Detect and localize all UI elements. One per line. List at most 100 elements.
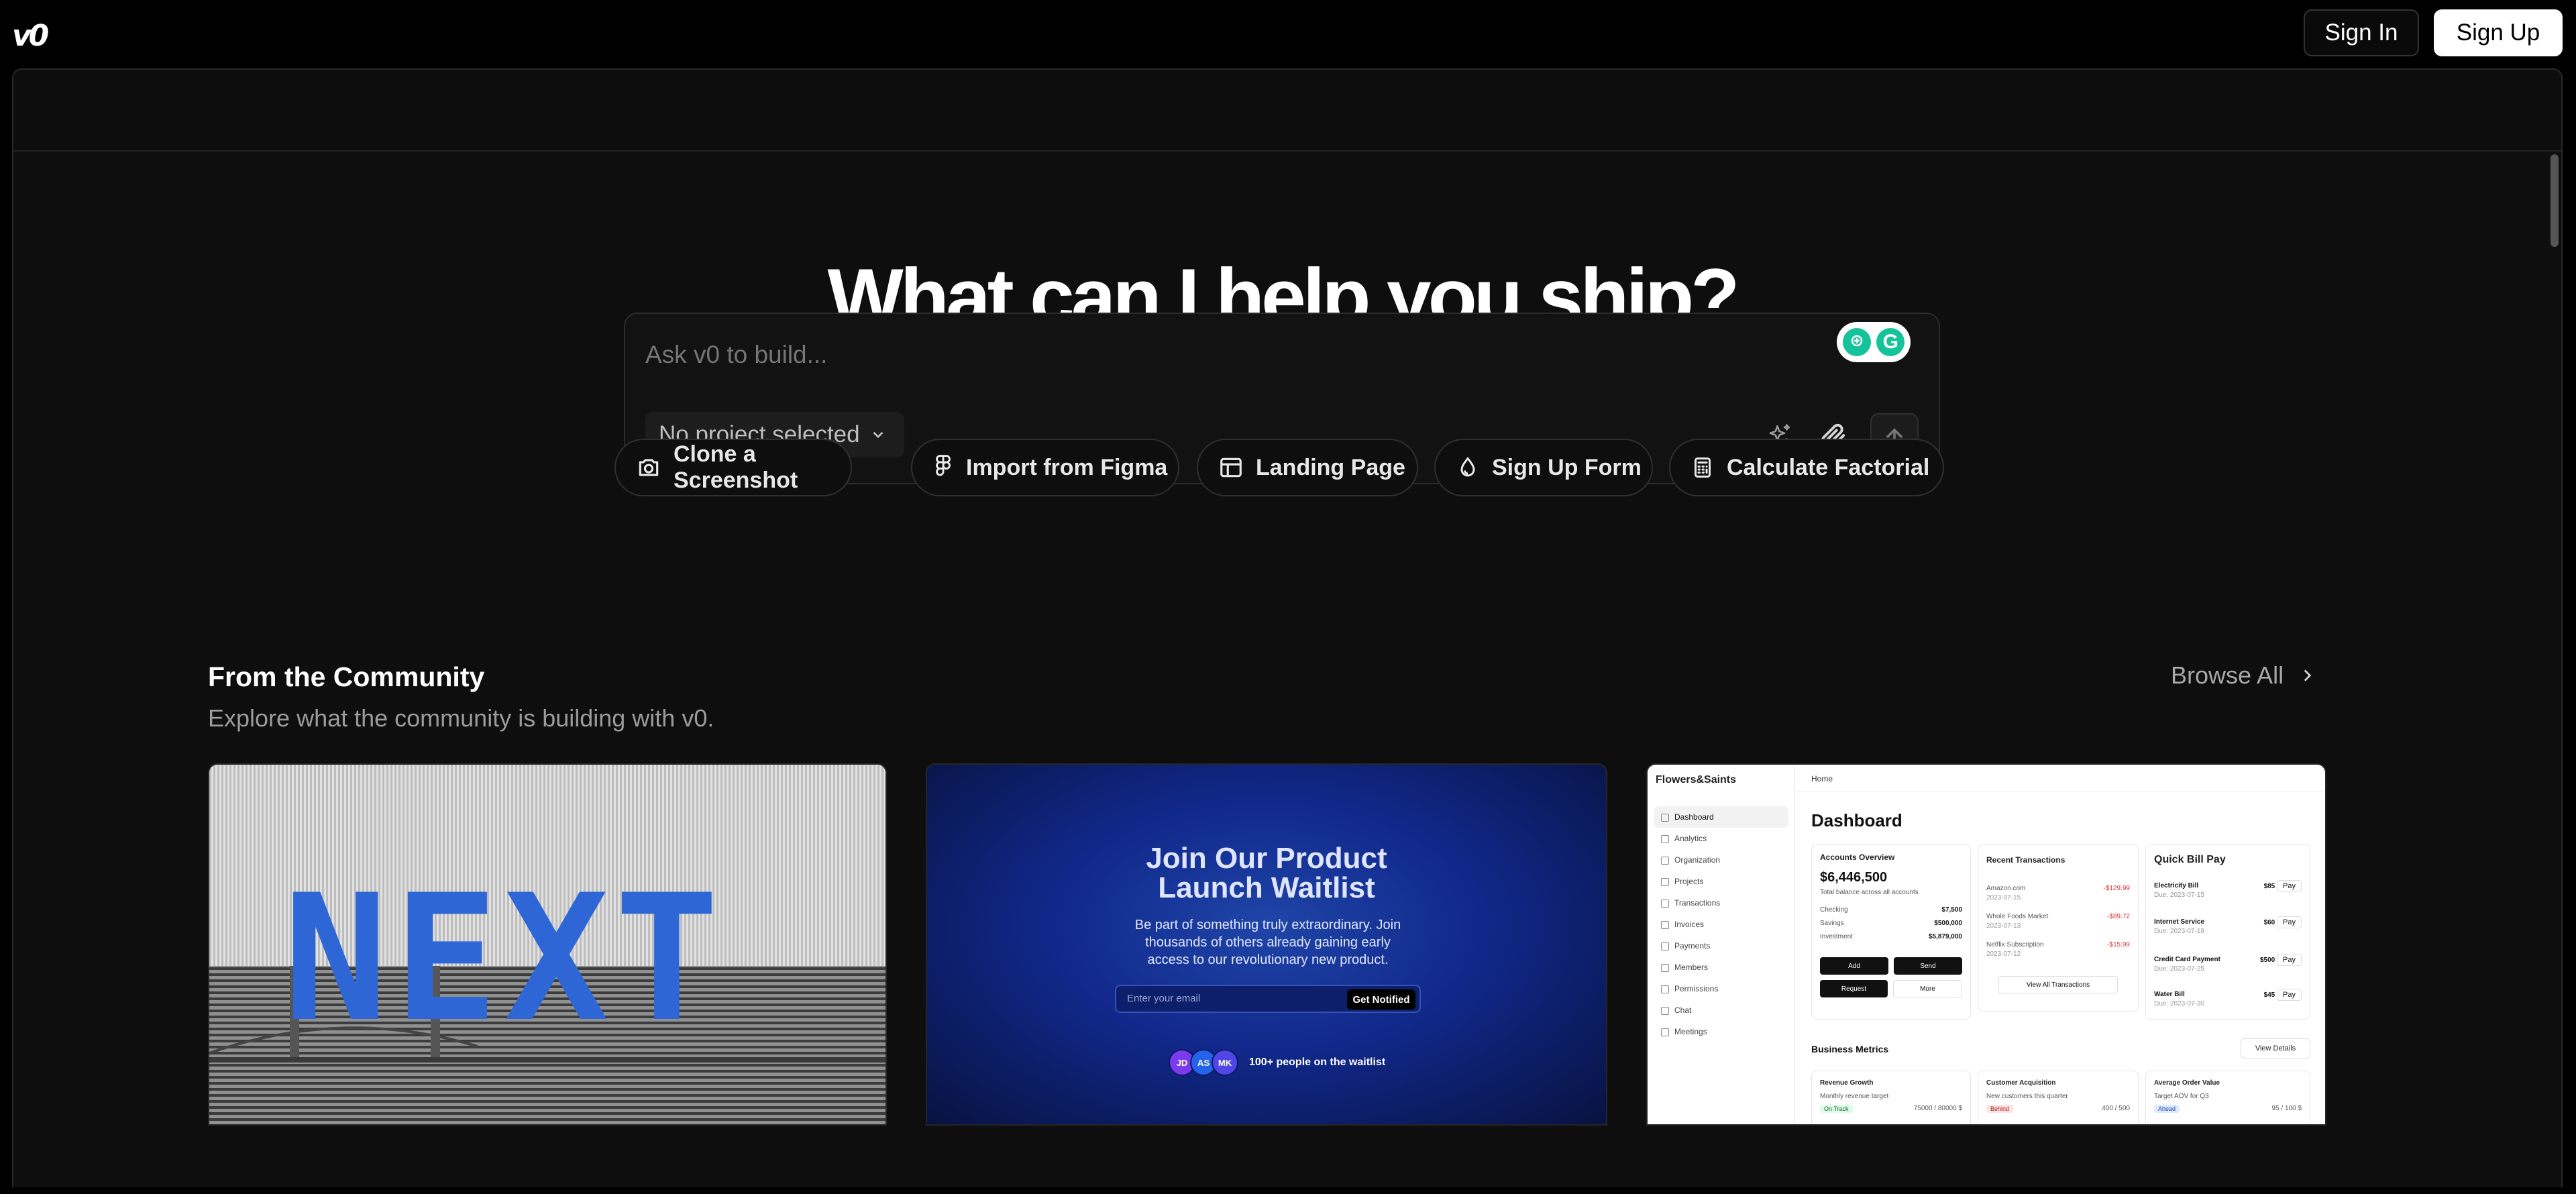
metric-sub-row: New customers this quarter (1986, 1093, 2130, 1100)
transactions-title: Recent Transactions (1986, 855, 2065, 865)
transaction-row: Netflix Subscription -$15.99 (1986, 941, 2130, 948)
status-badge: Behind (1986, 1105, 2014, 1113)
dashboard-nav: Dashboard Analytics Organization Project… (1654, 806, 1788, 1042)
account-label: Checking (1820, 906, 1848, 914)
add-button: Add (1820, 957, 1888, 975)
figma-icon (936, 455, 951, 476)
grammarly-plus-icon[interactable] (1842, 328, 1871, 356)
nav-item: Members (1654, 957, 1788, 978)
v0-logo[interactable]: v0 (12, 19, 49, 53)
camera-icon (639, 459, 659, 476)
metric-card: Revenue Growth Monthly revenue target On… (1811, 1071, 1971, 1124)
bill-row: Credit Card Payment $500 Pay (2154, 954, 2302, 966)
bill-name: Credit Card Payment (2154, 956, 2220, 963)
nav-item: Transactions (1654, 892, 1788, 914)
community-card-waitlist[interactable]: Join Our Product Launch Waitlist Be part… (926, 763, 1607, 1126)
scroll-thumb[interactable] (2551, 154, 2559, 247)
panel-header (13, 70, 2561, 152)
bill-row: Internet Service $60 Pay (2154, 916, 2302, 928)
top-bar: v0 Sign In Sign Up (0, 0, 2576, 67)
account-actions: Request More (1820, 980, 1962, 997)
pay-button: Pay (2277, 916, 2302, 928)
account-value: $7,500 (1941, 906, 1962, 914)
suggestion-label: Landing Page (1256, 454, 1405, 480)
grammarly-icon[interactable]: G (1876, 328, 1905, 356)
get-notified-button[interactable]: Get Notified (1347, 989, 1415, 1010)
account-row: Savings $500,000 (1820, 920, 1962, 927)
dashboard-title: Dashboard (1811, 810, 1902, 830)
suggestion-sign-up-form[interactable]: Sign Up Form (1434, 439, 1653, 496)
recent-transactions: Recent Transactions Amazon.com -$129.99 2… (1978, 844, 2139, 1012)
metric-status-row: Behind 400 / 500 (1986, 1105, 2130, 1113)
waitlist-description: Be part of something truly extraordinary… (1134, 918, 1401, 967)
status-badge: On Track (1820, 1105, 1853, 1113)
metric-card: Customer Acquisition New customers this … (1978, 1071, 2139, 1124)
community-card-dashboard[interactable]: Flowers&Saints Dashboard Analytics Organ… (1646, 763, 2326, 1126)
nav-item: Permissions (1654, 978, 1788, 999)
bill-due: Due: 2023-07-30 (2154, 1000, 2205, 1008)
sign-in-button[interactable]: Sign In (2304, 9, 2419, 56)
sign-up-button[interactable]: Sign Up (2434, 9, 2563, 56)
view-all-transactions-button: View All Transactions (1998, 976, 2118, 993)
account-value: $5,879,000 (1928, 933, 1962, 940)
suggestion-import-figma[interactable]: Import from Figma (911, 439, 1179, 496)
pay-button: Pay (2277, 989, 2302, 1001)
metric-name: Customer Acquisition (1986, 1079, 2056, 1087)
waitlist-title-line1: Join Our Product (1146, 842, 1387, 875)
transaction-amount: -$15.99 (2107, 941, 2130, 948)
suggestion-calculate-factorial[interactable]: Calculate Factorial (1669, 439, 1944, 496)
account-value: $500,000 (1934, 920, 1962, 927)
dashboard-sidebar: Flowers&Saints Dashboard Analytics Organ… (1648, 765, 1795, 1124)
nav-item: Analytics (1654, 828, 1788, 849)
quick-bill-pay: Quick Bill Pay Electricity Bill $85 Pay D… (2145, 844, 2310, 1020)
next-word-art: NEXT (283, 858, 725, 1061)
transaction-name: Whole Foods Market (1986, 913, 2049, 920)
accounts-total-label: Total balance across all accounts (1820, 889, 1962, 896)
transaction-date: 2023-07-15 (1986, 894, 2021, 902)
metric-status-row: On Track 75000 / 80000 $ (1820, 1105, 1962, 1113)
metric-sub-row: Monthly revenue target (1820, 1093, 1962, 1100)
waitlist-title-line2: Launch Waitlist (1158, 871, 1375, 904)
pay-button: Pay (2277, 954, 2302, 966)
suggestion-label: Calculate Factorial (1727, 454, 1930, 480)
grammarly-widget[interactable]: G (1837, 322, 1911, 362)
waitlist-email-field[interactable]: Enter your email (1127, 993, 1200, 1004)
metric-name: Average Order Value (2154, 1079, 2220, 1087)
account-label: Savings (1820, 920, 1844, 927)
bill-row: Electricity Bill $85 Pay (2154, 880, 2302, 892)
bottom-strip (0, 1187, 2576, 1194)
suggestion-landing-page[interactable]: Landing Page (1197, 439, 1418, 496)
request-button: Request (1820, 980, 1888, 997)
metric-value: 75000 / 80000 $ (1913, 1105, 1962, 1112)
view-details-button: View Details (2241, 1038, 2310, 1059)
waitlist-count: 100+ people on the waitlist (1249, 1056, 1386, 1068)
nav-item: Invoices (1654, 914, 1788, 935)
layout-icon (1220, 457, 1242, 478)
metric-sub: New customers this quarter (1986, 1093, 2068, 1100)
transaction-name: Amazon.com (1986, 885, 2026, 892)
suggestion-clone-screenshot[interactable]: Clone a Screenshot (614, 439, 852, 496)
transaction-row: Amazon.com -$129.99 (1986, 885, 2130, 892)
browse-all-link[interactable]: Browse All (2171, 661, 2316, 690)
community-card-next[interactable]: NEXT (208, 763, 887, 1126)
transaction-date-row: 2023-07-13 (1986, 922, 2130, 930)
bill-name: Internet Service (2154, 918, 2205, 926)
business-metrics-title: Business Metrics (1811, 1044, 1889, 1054)
metric-sub: Monthly revenue target (1820, 1093, 1889, 1100)
prompt-input[interactable] (645, 341, 1585, 369)
transaction-date: 2023-07-13 (1986, 922, 2021, 930)
status-badge: Ahead (2154, 1105, 2180, 1113)
suggestion-label: Import from Figma (966, 454, 1168, 480)
bill-name: Electricity Bill (2154, 882, 2199, 889)
transaction-amount: -$89.72 (2107, 913, 2130, 920)
transaction-amount: -$129.99 (2103, 885, 2130, 892)
bill-due: Due: 2023-07-18 (2154, 928, 2205, 935)
bill-name: Water Bill (2154, 991, 2185, 998)
metric-value: 95 / 100 $ (2271, 1105, 2302, 1112)
pay-button: Pay (2277, 880, 2302, 892)
accounts-title: Accounts Overview (1820, 853, 1895, 862)
dashboard-topbar (1795, 765, 2325, 792)
browse-all-label: Browse All (2171, 661, 2284, 689)
suggestion-label: Sign Up Form (1492, 454, 1642, 480)
suggestion-chips: Clone a Screenshot Import from Figma Lan… (602, 439, 1944, 496)
